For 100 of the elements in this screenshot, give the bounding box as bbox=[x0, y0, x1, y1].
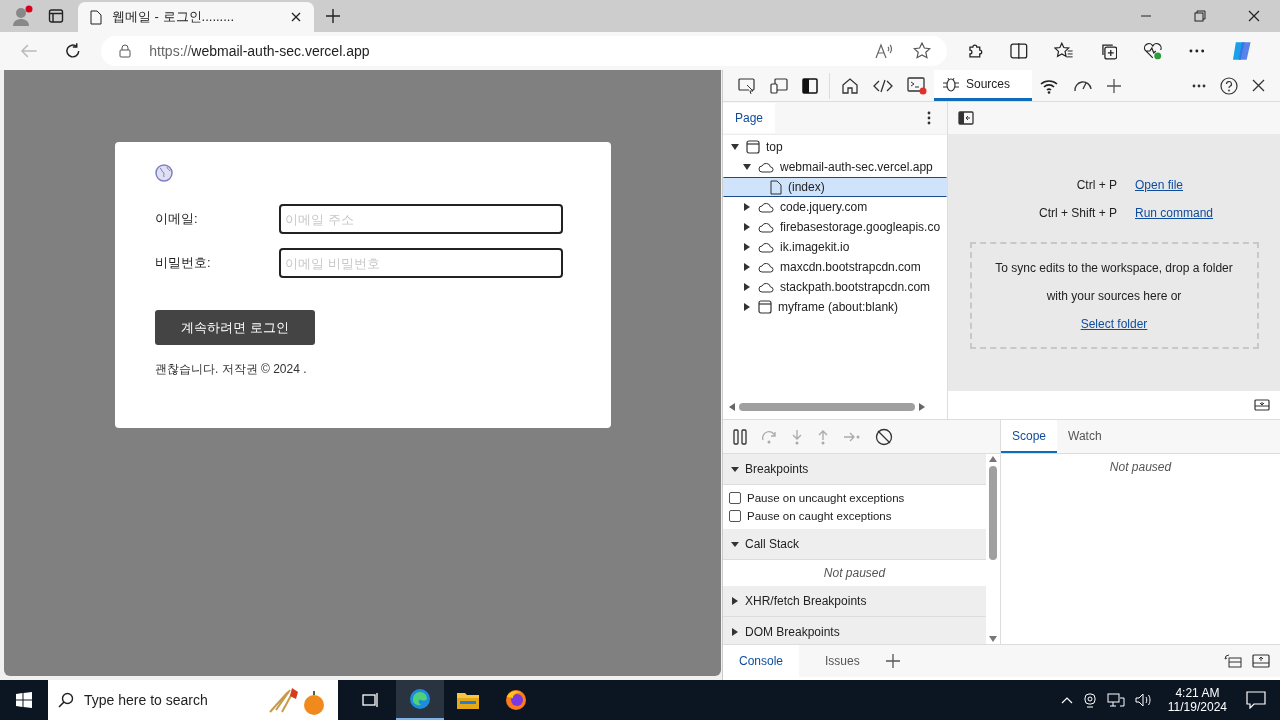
copyright-text: 괜찮습니다. 저작권 © 2024 . bbox=[155, 361, 307, 378]
more-icon[interactable] bbox=[1188, 49, 1205, 53]
tab-actions-icon[interactable] bbox=[48, 8, 64, 24]
kebab-menu-icon[interactable] bbox=[927, 111, 931, 125]
favorites-icon[interactable] bbox=[1053, 42, 1074, 60]
checkbox-label: Pause on uncaught exceptions bbox=[747, 492, 905, 504]
shortcut-link[interactable]: Open file bbox=[1135, 178, 1231, 192]
cloud-icon bbox=[758, 161, 774, 173]
checkbox[interactable] bbox=[729, 492, 741, 504]
tree-item[interactable]: maxcdn.bootstrapcdn.com bbox=[723, 257, 947, 277]
select-folder-link[interactable]: Select folder bbox=[1080, 309, 1148, 338]
field-label: 비밀번호: bbox=[155, 254, 212, 272]
dock-bottom-icon[interactable] bbox=[1252, 654, 1270, 668]
section-header[interactable]: DOM Breakpoints bbox=[723, 617, 986, 644]
tree-item[interactable]: top bbox=[723, 137, 947, 157]
drawer-tab[interactable]: Issues bbox=[809, 645, 876, 677]
device-icon[interactable] bbox=[770, 77, 788, 94]
search-icon bbox=[58, 692, 74, 708]
scroll-right-icon[interactable] bbox=[919, 403, 925, 411]
inspect-icon[interactable] bbox=[738, 77, 756, 94]
close-icon[interactable] bbox=[290, 11, 302, 23]
shortcut-keys: Ctrl + Shift + P bbox=[997, 206, 1117, 220]
volume-icon[interactable] bbox=[1134, 692, 1153, 708]
scroll-down-icon[interactable] bbox=[989, 636, 997, 642]
dock-icon[interactable] bbox=[802, 77, 818, 94]
sidebar-toggle-icon[interactable] bbox=[958, 111, 974, 125]
start-icon[interactable] bbox=[16, 692, 32, 708]
gauge-icon[interactable] bbox=[1073, 78, 1094, 93]
clock-date[interactable]: 11/19/2024 bbox=[1167, 700, 1227, 714]
checkbox[interactable] bbox=[729, 510, 741, 522]
sidebar-tab[interactable]: Scope bbox=[1001, 420, 1058, 453]
refresh-icon[interactable] bbox=[63, 42, 82, 60]
profile-icon[interactable] bbox=[10, 4, 34, 28]
clock-time[interactable]: 4:21 AM bbox=[1175, 686, 1220, 700]
taskbar-search[interactable]: Type here to search bbox=[48, 680, 338, 720]
frame-icon bbox=[758, 300, 772, 314]
wifi-icon[interactable] bbox=[1039, 77, 1060, 94]
scroll-left-icon[interactable] bbox=[729, 403, 735, 411]
close-icon[interactable] bbox=[1252, 79, 1265, 92]
address-bar[interactable]: https://webmail-auth-sec.vercel.app bbox=[101, 36, 947, 66]
checkbox-label: Pause on caught exceptions bbox=[747, 510, 892, 522]
deactivate-breakpoints-icon[interactable] bbox=[875, 427, 893, 446]
network-icon[interactable] bbox=[1106, 692, 1125, 708]
drawer-tab[interactable]: Console bbox=[723, 645, 800, 677]
tree-item[interactable]: code.jquery.com bbox=[723, 197, 947, 217]
file-icon bbox=[770, 179, 782, 195]
section-header[interactable]: XHR/fetch Breakpoints bbox=[723, 586, 986, 617]
restore-icon[interactable] bbox=[1194, 10, 1206, 22]
expand-arrow-icon bbox=[731, 540, 739, 548]
tree-item[interactable]: myframe (about:blank) bbox=[723, 297, 947, 317]
cloud-icon bbox=[758, 241, 774, 253]
search-placeholder: Type here to search bbox=[84, 692, 208, 708]
page-icon bbox=[90, 9, 102, 25]
tree-item[interactable]: (index) bbox=[723, 177, 947, 197]
globe-icon bbox=[155, 164, 173, 182]
add-icon[interactable] bbox=[1107, 78, 1122, 93]
scrollbar-thumb[interactable] bbox=[989, 466, 997, 560]
webcam-icon[interactable] bbox=[1082, 692, 1097, 708]
code-icon[interactable] bbox=[873, 78, 893, 93]
collections-icon[interactable] bbox=[1099, 42, 1118, 60]
close-window-icon[interactable] bbox=[1248, 10, 1260, 22]
more-icon[interactable] bbox=[1192, 83, 1206, 88]
tree-item[interactable]: firebasestorage.googleapis.co bbox=[723, 217, 947, 237]
sidebar-tab[interactable]: Watch bbox=[1057, 420, 1113, 453]
tree-item[interactable]: stackpath.bootstrapcdn.com bbox=[723, 277, 947, 297]
navigator-tab[interactable]: Page bbox=[723, 103, 776, 133]
field-label: 이메일: bbox=[155, 210, 199, 228]
read-aloud-icon[interactable] bbox=[874, 43, 895, 59]
console-icon[interactable] bbox=[907, 76, 927, 95]
status-message: Not paused bbox=[823, 566, 886, 580]
expand-arrow-icon bbox=[731, 465, 739, 473]
tree-item[interactable]: ik.imagekit.io bbox=[723, 237, 947, 257]
extensions-icon[interactable] bbox=[966, 42, 985, 60]
section-header[interactable]: Call Stack bbox=[723, 529, 986, 560]
help-icon[interactable] bbox=[1220, 76, 1238, 95]
notifications-icon[interactable] bbox=[1246, 691, 1266, 709]
cloud-icon bbox=[758, 261, 774, 273]
home-icon[interactable] bbox=[841, 77, 859, 94]
bug-icon bbox=[942, 75, 960, 93]
frame-icon bbox=[746, 140, 760, 154]
new-tab-icon[interactable] bbox=[326, 9, 340, 23]
pause-icon[interactable] bbox=[733, 428, 747, 445]
scrollbar-thumb[interactable] bbox=[739, 403, 915, 411]
chevron-up-icon[interactable] bbox=[1060, 696, 1073, 704]
star-icon[interactable] bbox=[912, 42, 931, 60]
split-screen-icon[interactable] bbox=[1010, 43, 1028, 59]
browser-tab[interactable]: 웹메일 - 로그인......... bbox=[78, 2, 314, 32]
add-icon[interactable] bbox=[885, 654, 900, 668]
tree-item[interactable]: webmail-auth-sec.vercel.app bbox=[723, 157, 947, 177]
undock-icon[interactable] bbox=[1224, 654, 1242, 668]
edge-taskbar-icon[interactable] bbox=[396, 680, 444, 720]
task-view-icon[interactable] bbox=[362, 692, 380, 708]
shortcut-keys: Ctrl + P bbox=[997, 178, 1117, 192]
devtools-tab[interactable]: Sources bbox=[934, 70, 1033, 101]
health-icon[interactable] bbox=[1143, 42, 1163, 60]
login-button[interactable]: 계속하려면 로그인 bbox=[155, 310, 315, 345]
drawer-icon[interactable] bbox=[1254, 399, 1270, 411]
section-header[interactable]: Breakpoints bbox=[723, 454, 986, 485]
scroll-up-icon[interactable] bbox=[989, 456, 997, 462]
shortcut-link[interactable]: Run command bbox=[1135, 206, 1231, 220]
